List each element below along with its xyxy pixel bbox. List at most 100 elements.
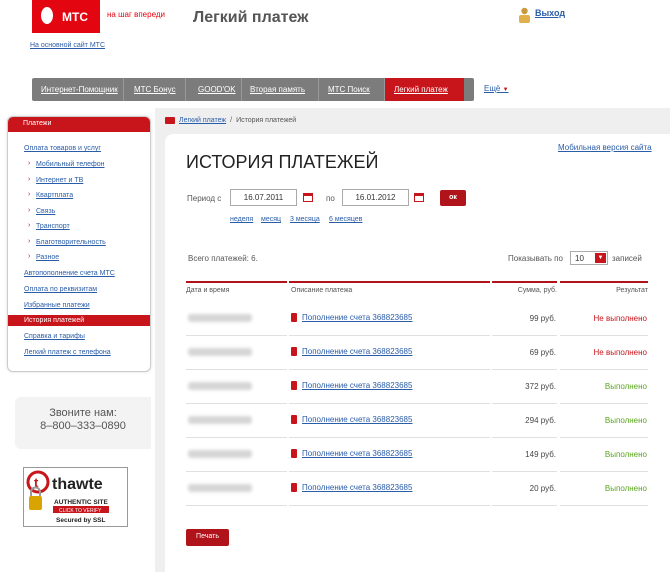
breadcrumb-current: История платежей	[236, 117, 297, 124]
payment-description-link[interactable]: Пополнение счета 368823685	[302, 449, 412, 458]
call-us-label: Звоните нам:	[49, 407, 117, 419]
col-result: Результат	[560, 281, 648, 302]
payment-sum: 372 руб.	[525, 382, 556, 391]
row-divider	[289, 335, 490, 336]
sidebar-item-from-phone[interactable]: Легкий платеж с телефона	[24, 349, 111, 356]
phone-icon	[291, 483, 297, 492]
nav-mts-bonus[interactable]: МТС Бонус	[124, 78, 186, 101]
sidebar-item-mobile[interactable]: Мобильный телефон	[28, 160, 105, 168]
row-divider	[186, 505, 287, 506]
row-divider	[560, 471, 648, 472]
nav-easy-payment[interactable]: Легкий платеж	[385, 78, 464, 101]
row-divider	[186, 437, 287, 438]
period-week[interactable]: неделя	[230, 216, 253, 223]
date-time-redacted	[188, 450, 252, 458]
nav-second-memory[interactable]: Вторая память	[242, 78, 319, 101]
sidebar-item-utility[interactable]: Квартплата	[28, 191, 73, 199]
thawte-logo-icon: t thawte AUTHENTIC SITE CLICK TO VERIFY …	[26, 470, 109, 524]
payment-description-link[interactable]: Пополнение счета 368823685	[302, 381, 412, 390]
sidebar-item-favorites[interactable]: Избранные платежи	[24, 302, 90, 309]
row-divider	[186, 335, 287, 336]
row-divider	[186, 403, 287, 404]
row-divider	[492, 505, 557, 506]
row-divider	[492, 471, 557, 472]
chevron-down-icon: ▼	[502, 87, 509, 93]
logout-link[interactable]: Выход	[535, 8, 565, 18]
sidebar-item-help[interactable]: Справка и тарифы	[24, 333, 85, 340]
to-label: по	[326, 194, 335, 203]
row-divider	[289, 505, 490, 506]
row-divider	[492, 369, 557, 370]
date-to-input[interactable]: 16.01.2012	[342, 189, 409, 206]
payment-description-link[interactable]: Пополнение счета 368823685	[302, 313, 412, 322]
payment-result: Не выполнено	[593, 314, 647, 323]
payment-sum: 149 руб.	[525, 450, 556, 459]
row-divider	[492, 335, 557, 336]
phone-icon	[291, 347, 297, 356]
payment-sum: 69 руб.	[529, 348, 556, 357]
thawte-seal[interactable]: t thawte AUTHENTIC SITE CLICK TO VERIFY …	[23, 467, 128, 527]
period-6-months[interactable]: 6 месяцев	[329, 216, 362, 223]
sidebar-item-history[interactable]: История платежей	[8, 315, 150, 326]
thawte-line1: AUTHENTIC SITE	[54, 499, 108, 506]
date-time-redacted	[188, 314, 252, 322]
date-from-input[interactable]: 16.07.2011	[230, 189, 297, 206]
sidebar-item-transport[interactable]: Транспорт	[28, 222, 70, 230]
col-sum: Сумма, руб.	[492, 281, 557, 302]
mts-egg-icon	[41, 7, 53, 24]
date-time-redacted	[188, 348, 252, 356]
row-divider	[560, 335, 648, 336]
calendar-icon[interactable]	[414, 193, 424, 202]
mts-logo[interactable]: МТС	[32, 0, 100, 33]
date-time-redacted	[188, 484, 252, 492]
home-icon[interactable]	[165, 117, 175, 124]
row-divider	[560, 403, 648, 404]
row-divider	[289, 437, 490, 438]
show-per-page-label: Показывать по	[508, 254, 563, 263]
breadcrumb-separator: /	[230, 117, 233, 124]
nav-internet-helper[interactable]: Интернет-Помощник	[32, 78, 124, 101]
print-button[interactable]: Печать	[186, 529, 229, 546]
row-divider	[492, 403, 557, 404]
row-divider	[186, 369, 287, 370]
payment-description-link[interactable]: Пополнение счета 368823685	[302, 415, 412, 424]
col-date: Дата и время	[186, 281, 287, 302]
sidebar-item-autopay[interactable]: Автопополнение счета МТС	[24, 270, 115, 277]
period-3-months[interactable]: 3 месяца	[290, 216, 320, 223]
nav-mts-search[interactable]: МТС Поиск	[319, 78, 385, 101]
payment-result: Выполнено	[604, 450, 647, 459]
sidebar-item-internet-tv[interactable]: Интернет и ТВ	[28, 176, 83, 184]
row-divider	[492, 437, 557, 438]
more-label: Ещё	[484, 84, 501, 93]
sidebar-item-misc[interactable]: Разное	[28, 253, 59, 261]
mobile-version-link[interactable]: Мобильная версия сайта	[558, 143, 652, 152]
sidebar-item-charity[interactable]: Благотворительность	[28, 238, 106, 246]
payment-sum: 20 руб.	[529, 484, 556, 493]
total-payments: Всего платежей: 6.	[188, 254, 258, 263]
row-divider	[560, 437, 648, 438]
sidebar-item-by-details[interactable]: Оплата по реквизитам	[24, 286, 97, 293]
period-month[interactable]: месяц	[261, 216, 281, 223]
call-us-box: Звоните нам: 8–800–333–0890	[15, 397, 151, 449]
row-divider	[560, 369, 648, 370]
user-icon	[519, 7, 530, 23]
nav-more[interactable]: Ещё ▼	[484, 84, 509, 93]
phone-number: 8–800–333–0890	[40, 420, 126, 432]
payment-description-link[interactable]: Пополнение счета 368823685	[302, 347, 412, 356]
sidebar-item-goods[interactable]: Оплата товаров и услуг	[24, 145, 101, 152]
payment-result: Не выполнено	[593, 348, 647, 357]
ok-button[interactable]: ок	[440, 190, 466, 206]
per-page-select[interactable]: 10 ▼	[570, 251, 608, 265]
records-label: записей	[612, 254, 642, 263]
breadcrumb-link[interactable]: Легкий платеж	[179, 117, 226, 124]
payment-result: Выполнено	[604, 484, 647, 493]
row-divider	[289, 471, 490, 472]
payment-description-link[interactable]: Пополнение счета 368823685	[302, 483, 412, 492]
nav-goodok[interactable]: GOOD'OK	[186, 78, 242, 101]
thawte-brand: thawte	[52, 476, 103, 493]
calendar-icon[interactable]	[303, 193, 313, 202]
main-site-link[interactable]: На основной сайт МТС	[30, 42, 105, 49]
chevron-down-icon: ▼	[595, 253, 606, 263]
date-time-redacted	[188, 382, 252, 390]
sidebar-item-telecom[interactable]: Связь	[28, 207, 55, 215]
